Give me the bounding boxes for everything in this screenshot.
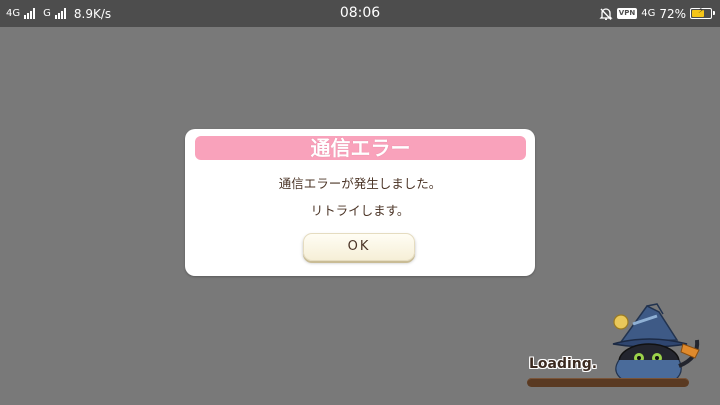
dialog-message-line2: リトライします。 [310, 203, 410, 218]
signal-icon [54, 8, 66, 19]
network-type-1: 4G [6, 8, 21, 19]
network-type-3: 4G [641, 8, 656, 19]
network-speed: 8.9K/s [73, 6, 112, 21]
black-cat-wizard-mascot-icon [612, 303, 700, 381]
dialog-message-line1: 通信エラーが発生しました。 [278, 176, 442, 191]
alarm-off-icon [599, 7, 613, 20]
status-bar-right: VPN 4G 72% ⚡ [599, 0, 715, 27]
status-bar-left: 4G G 8.9K/s [6, 0, 111, 27]
signal-icon [24, 8, 36, 19]
charging-bolt-icon: ⚡ [697, 6, 705, 16]
loading-indicator: Loading. [527, 300, 717, 400]
battery-charging-icon: ⚡ [690, 6, 715, 19]
dialog-title: 通信エラー [195, 136, 526, 160]
loading-bar [527, 378, 689, 387]
status-bar: 4G G 8.9K/s 08:06 VPN 4G 72% ⚡ [0, 0, 720, 27]
ok-button[interactable]: OK [303, 233, 415, 261]
vpn-icon: VPN [616, 8, 638, 19]
loading-label: Loading. [529, 356, 598, 372]
network-type-2: G [43, 8, 51, 19]
battery-percent: 72% [659, 6, 686, 21]
error-dialog: 通信エラー 通信エラーが発生しました。 リトライします。 OK [185, 129, 535, 276]
